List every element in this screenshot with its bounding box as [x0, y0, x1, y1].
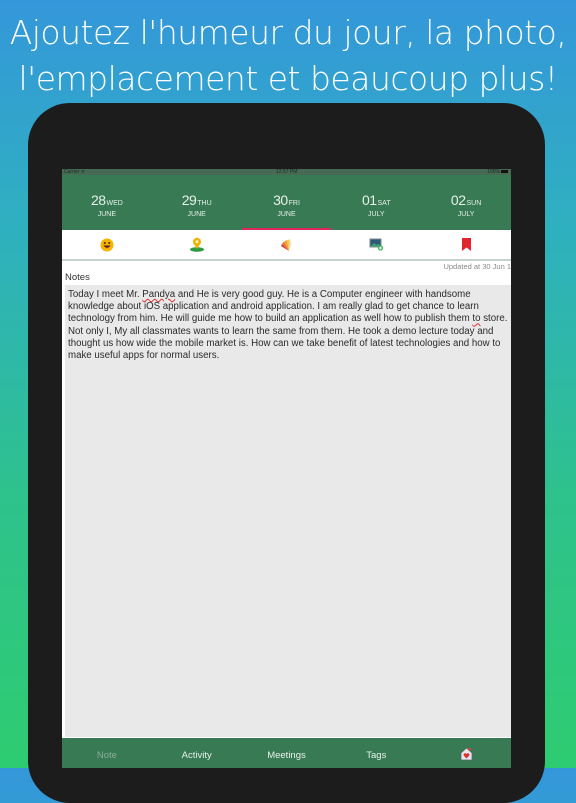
battery-icon — [501, 170, 508, 174]
date-day: 01 — [361, 192, 377, 208]
home-heart-icon — [460, 746, 472, 760]
promo-headline: Ajoutez l'humeur du jour, la photo, l'em… — [0, 10, 576, 102]
spellcheck-word: Pandya — [142, 289, 176, 300]
tab-meetings[interactable]: Meetings — [242, 746, 332, 761]
date-tab-01[interactable]: 01SAT JULY — [331, 175, 421, 230]
headline-line-2: l'emplacement et beaucoup plus! — [18, 59, 558, 98]
entry-toolbar — [62, 230, 511, 261]
date-month: JULY — [367, 211, 385, 218]
color-button[interactable] — [242, 230, 332, 259]
notes-textarea[interactable]: Today I meet Mr. Pandya and He is very g… — [65, 285, 511, 737]
tab-tags[interactable]: Tags — [331, 746, 421, 761]
date-tab-28[interactable]: 28WED JUNE — [62, 175, 152, 230]
date-month: JULY — [457, 211, 475, 218]
app-screen: Carrier ᯤ 12:57 PM 100% 28WED JUNE 29THU J… — [62, 169, 511, 768]
bookmark-icon — [461, 238, 471, 251]
tab-activity[interactable]: Activity — [152, 746, 242, 761]
date-day: 30 — [273, 192, 288, 208]
date-tab-29[interactable]: 29THU JUNE — [152, 175, 242, 230]
mood-button[interactable] — [62, 230, 152, 259]
date-day: 28 — [90, 192, 106, 208]
bookmark-button[interactable] — [421, 230, 511, 259]
headline-line-1: Ajoutez l'humeur du jour, la photo, — [9, 13, 567, 52]
date-month: JUNE — [277, 211, 296, 218]
date-weekday: FRI — [288, 200, 300, 207]
date-month: JUNE — [97, 211, 117, 218]
date-tab-02[interactable]: 02SUN JULY — [421, 175, 511, 230]
color-palette-icon — [281, 239, 292, 251]
date-day: 02 — [450, 192, 466, 208]
date-tab-30-selected[interactable]: 30FRI JUNE — [241, 175, 332, 230]
date-weekday: SUN — [466, 200, 482, 207]
notes-text-part: Today I meet Mr. — [68, 289, 143, 300]
date-month: JUNE — [187, 211, 206, 218]
date-weekday: SAT — [377, 200, 391, 207]
location-pin-icon — [189, 237, 204, 252]
tab-home[interactable] — [421, 743, 511, 764]
add-photo-icon — [369, 238, 383, 251]
updated-timestamp: Updated at 30 Jun 1 — [443, 262, 511, 271]
mood-emoji-icon — [100, 238, 114, 251]
notes-label: Notes — [65, 272, 90, 283]
date-weekday: THU — [197, 200, 212, 207]
date-selector: 28WED JUNE 29THU JUNE 30FRI JUNE 01SAT JULY … — [62, 175, 511, 230]
date-weekday: WED — [106, 200, 123, 207]
tab-note[interactable]: Note — [62, 746, 152, 761]
photo-button[interactable] — [331, 230, 421, 259]
date-day: 29 — [181, 192, 197, 208]
bottom-tab-bar: Note Activity Meetings Tags — [62, 738, 511, 768]
spellcheck-word: to — [472, 313, 481, 325]
location-button[interactable] — [152, 230, 242, 259]
